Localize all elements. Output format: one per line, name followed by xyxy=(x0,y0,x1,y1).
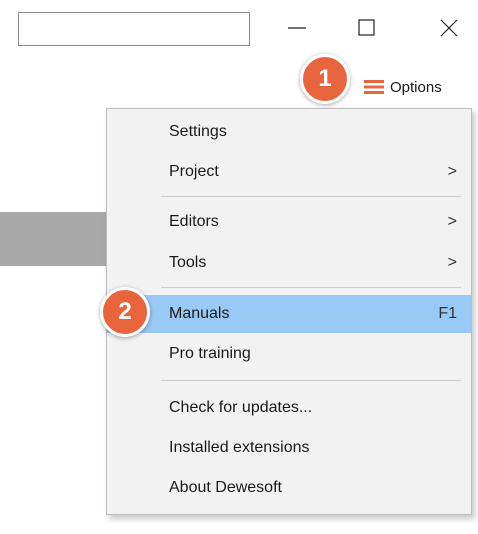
menu-item-label: Manuals xyxy=(169,305,230,322)
menu-item-tools[interactable]: Tools > xyxy=(107,244,471,282)
submenu-arrow-icon: > xyxy=(447,163,457,180)
menu-item-pro-training[interactable]: Pro training xyxy=(107,335,471,373)
submenu-arrow-icon: > xyxy=(447,254,457,271)
maximize-icon xyxy=(358,19,375,36)
step-badge-2: 2 xyxy=(100,287,150,337)
minimize-icon xyxy=(288,27,306,29)
menu-item-shortcut: F1 xyxy=(438,305,457,322)
menu-item-label: Pro training xyxy=(169,345,251,362)
menu-item-label: About Dewesoft xyxy=(169,479,282,496)
search-input[interactable] xyxy=(18,12,250,46)
menu-item-project[interactable]: Project > xyxy=(107,153,471,191)
menu-item-label: Editors xyxy=(169,213,219,230)
app-window: Options 1 2 Settings Project > Editors >… xyxy=(0,0,478,534)
hamburger-icon xyxy=(364,80,384,94)
menu-item-label: Settings xyxy=(169,123,227,140)
step-badge-1: 1 xyxy=(300,54,350,104)
menu-item-settings[interactable]: Settings xyxy=(107,113,471,151)
menu-item-installed-extensions[interactable]: Installed extensions xyxy=(107,429,471,467)
menu-item-editors[interactable]: Editors > xyxy=(107,203,471,241)
menu-item-check-updates[interactable]: Check for updates... xyxy=(107,389,471,427)
menu-separator xyxy=(161,196,461,197)
menu-item-label: Check for updates... xyxy=(169,399,313,416)
maximize-button[interactable] xyxy=(344,8,390,48)
close-icon xyxy=(440,19,458,37)
menu-item-about[interactable]: About Dewesoft xyxy=(107,469,471,507)
options-button[interactable]: Options xyxy=(364,72,442,102)
minimize-button[interactable] xyxy=(274,8,320,48)
menu-item-manuals[interactable]: Manuals F1 xyxy=(107,295,471,333)
menu-item-label: Tools xyxy=(169,254,207,271)
options-label: Options xyxy=(390,78,442,96)
menu-separator xyxy=(161,380,461,381)
menu-separator xyxy=(161,287,461,288)
menu-item-label: Installed extensions xyxy=(169,439,310,456)
options-menu: Settings Project > Editors > Tools > Man… xyxy=(106,108,472,515)
menu-item-label: Project xyxy=(169,163,219,180)
title-bar: Options xyxy=(0,0,478,112)
close-button[interactable] xyxy=(426,8,472,48)
submenu-arrow-icon: > xyxy=(447,213,457,230)
